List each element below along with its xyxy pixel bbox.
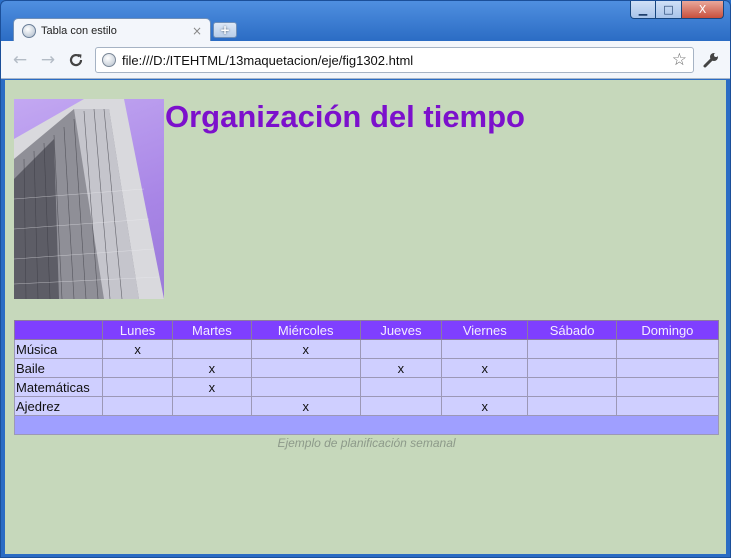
day-header-cell: Martes [172,320,252,340]
table-cell [172,339,252,359]
table-row: Matemáticas x [14,377,720,397]
table-cell [527,377,617,397]
day-header-cell: Viernes [441,320,529,340]
schedule-table: Lunes Martes Miércoles Jueves Viernes Sá… [14,320,720,435]
table-cell: x [441,396,529,416]
back-button[interactable]: ← [9,49,31,71]
bookmark-star-icon[interactable]: ☆ [672,50,687,70]
tab-tabla-con-estilo[interactable]: Tabla con estilo × [13,18,211,42]
table-cell [527,339,617,359]
table-cell [615,396,720,416]
wrench-menu-button[interactable] [701,50,721,70]
activity-label: Ajedrez [14,396,103,416]
activity-label: Música [14,339,103,359]
tab-title: Tabla con estilo [41,24,117,37]
table-cell [615,377,720,397]
minimize-button[interactable]: ▁ [630,1,656,19]
table-footer-cell [14,415,719,435]
table-row: Ajedrez x x [14,396,720,416]
table-caption: Ejemplo de planificación semanal [277,436,456,450]
table-cell: x [441,358,529,378]
tab-strip: Tabla con estilo × + [1,1,730,42]
table-cell [172,396,252,416]
table-cell [441,377,529,397]
table-cell: x [250,396,361,416]
maximize-button[interactable]: □ [656,1,682,19]
activity-label: Matemáticas [14,377,103,397]
day-header-cell: Jueves [359,320,443,340]
close-tab-icon[interactable]: × [192,24,202,38]
page-viewport: Organización del tiempo Lunes Martes Mié… [5,80,726,554]
table-cell: x [250,339,361,359]
url-text[interactable]: file:///D:/ITEHTML/13maquetacion/eje/fig… [122,53,672,68]
table-header-row: Lunes Martes Miércoles Jueves Viernes Sá… [14,320,720,340]
close-window-button[interactable]: X [682,1,724,19]
table-cell: x [101,339,174,359]
table-cell: x [172,358,252,378]
address-bar[interactable]: file:///D:/ITEHTML/13maquetacion/eje/fig… [95,47,694,73]
table-cell [615,358,720,378]
reload-button[interactable] [65,49,87,71]
browser-toolbar: ← → file:///D:/ITEHTML/13maquetacion/eje… [1,41,730,79]
table-cell [250,377,361,397]
table-cell [527,358,617,378]
day-header-cell: Miércoles [250,320,361,340]
table-cell [615,339,720,359]
browser-window: Tabla con estilo × + ▁ □ X ← → file:///D… [0,0,731,558]
page-globe-icon [102,53,116,67]
table-cell [441,339,529,359]
table-cell [250,358,361,378]
table-cell: x [172,377,252,397]
table-cell [527,396,617,416]
table-cell [359,339,443,359]
corner-header-cell [14,320,103,340]
skyscraper-image [14,99,164,299]
reload-icon [69,53,83,67]
table-cell [101,358,174,378]
table-cell: x [359,358,443,378]
wrench-icon [703,53,718,68]
table-cell [101,396,174,416]
day-header-cell: Lunes [101,320,174,340]
new-tab-button[interactable]: + [213,22,237,38]
forward-button[interactable]: → [37,49,59,71]
table-footer-row [14,415,719,435]
activity-label: Baile [14,358,103,378]
table-cell [359,377,443,397]
table-row: Música x x [14,339,720,359]
table-cell [101,377,174,397]
page-title: Organización del tiempo [165,99,525,134]
table-row: Baile x x x [14,358,720,378]
globe-icon [22,23,36,38]
window-controls: ▁ □ X [630,1,724,19]
table-cell [359,396,443,416]
skyscraper-graphic [14,99,164,299]
day-header-cell: Sábado [527,320,617,340]
day-header-cell: Domingo [615,320,720,340]
